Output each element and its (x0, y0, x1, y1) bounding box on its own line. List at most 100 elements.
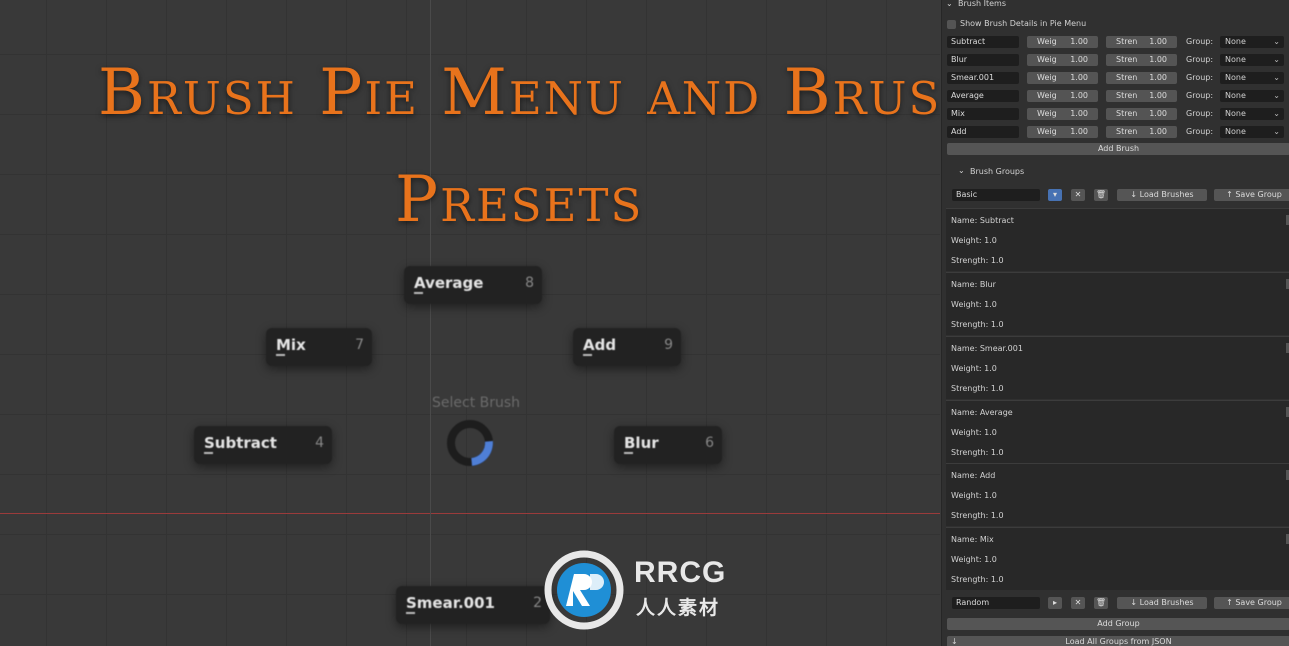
group-name-field[interactable]: Random (952, 597, 1040, 609)
group-dropdown[interactable]: None ⌄ (1220, 126, 1284, 138)
load-brushes-button[interactable]: ↓ Load Brushes (1117, 189, 1207, 201)
underline (276, 354, 285, 356)
download-icon: ↓ (1130, 598, 1140, 607)
entry-strength: Strength: 1.0 (951, 575, 1004, 584)
trash-icon[interactable]: 🗑 (1094, 189, 1108, 201)
weight-label: Weig (1037, 37, 1057, 46)
save-group-label: Save Group (1235, 190, 1282, 199)
dropdown-arrow-icon[interactable]: ▾ (1048, 189, 1062, 201)
save-group-button[interactable]: ↑ Save Group (1214, 597, 1289, 609)
pie-item-subtract[interactable]: Subtract 4 (194, 426, 332, 464)
weight-field[interactable]: Weig 1.00 (1027, 72, 1098, 84)
group-dropdown[interactable]: None ⌄ (1220, 108, 1284, 120)
group-label: Group: (1186, 73, 1214, 82)
group-value: None (1225, 109, 1246, 118)
weight-label: Weig (1037, 73, 1057, 82)
load-all-groups-button[interactable]: ↓ Load All Groups from JSON (947, 636, 1289, 646)
group-label: Group: (1186, 91, 1214, 100)
load-brushes-label: Load Brushes (1139, 598, 1194, 607)
entry-strength: Strength: 1.0 (951, 256, 1004, 265)
pie-item-average[interactable]: Average 8 (404, 266, 542, 304)
brush-items-header[interactable]: Brush Items (958, 0, 1006, 10)
weight-value: 1.00 (1070, 127, 1088, 136)
save-group-label: Save Group (1235, 598, 1282, 607)
brush-name-field[interactable]: Mix (947, 108, 1019, 120)
group-dropdown[interactable]: None ⌄ (1220, 54, 1284, 66)
group-label: Group: (1186, 109, 1214, 118)
entry-weight: Weight: 1.0 (951, 364, 997, 373)
pie-item-key: 2 (533, 595, 542, 611)
brush-name-field[interactable]: Average (947, 90, 1019, 102)
chevron-down-icon[interactable]: ⌄ (958, 165, 965, 177)
group-entry: Name: Subtract Weight: 1.0 Strength: 1.0 (946, 208, 1289, 271)
group-dropdown[interactable]: None ⌄ (1220, 72, 1284, 84)
title-line-2: Presets (395, 163, 644, 237)
entry-name: Name: Subtract (951, 216, 1014, 225)
pie-item-smear[interactable]: Smear.001 2 (396, 586, 550, 624)
load-brushes-label: Load Brushes (1139, 190, 1194, 199)
close-icon[interactable]: ✕ (1071, 189, 1085, 201)
entry-strength: Strength: 1.0 (951, 384, 1004, 393)
weight-field[interactable]: Weig 1.00 (1027, 126, 1098, 138)
strength-label: Stren (1116, 109, 1138, 118)
underline (414, 292, 423, 294)
pie-center-label: Select Brush (432, 395, 521, 411)
weight-field[interactable]: Weig 1.00 (1027, 90, 1098, 102)
brush-name-field[interactable]: Blur (947, 54, 1019, 66)
strength-field[interactable]: Stren 1.00 (1106, 72, 1177, 84)
weight-field[interactable]: Weig 1.00 (1027, 108, 1098, 120)
strength-label: Stren (1116, 73, 1138, 82)
pie-item-key: 4 (315, 435, 324, 451)
weight-field[interactable]: Weig 1.00 (1027, 54, 1098, 66)
group-label: Group: (1186, 127, 1214, 136)
strength-field[interactable]: Stren 1.00 (1106, 36, 1177, 48)
chevron-down-icon: ⌄ (1273, 127, 1280, 136)
brush-name-field[interactable]: Add (947, 126, 1019, 138)
pie-item-add[interactable]: Add 9 (573, 328, 681, 366)
underline (583, 354, 592, 356)
brush-name-field[interactable]: Smear.001 (947, 72, 1019, 84)
strength-field[interactable]: Stren 1.00 (1106, 126, 1177, 138)
weight-label: Weig (1037, 91, 1057, 100)
brush-name-field[interactable]: Subtract (947, 36, 1019, 48)
entry-name: Name: Average (951, 408, 1013, 417)
save-group-button[interactable]: ↑ Save Group (1214, 189, 1289, 201)
play-icon[interactable]: ▸ (1048, 597, 1062, 609)
watermark-text: RRCG (634, 556, 727, 589)
chevron-down-icon: ⌄ (1273, 55, 1280, 64)
chevron-down-icon[interactable]: ⌄ (946, 0, 953, 10)
group-value: None (1225, 91, 1246, 100)
group-label: Group: (1186, 55, 1214, 64)
entry-name: Name: Mix (951, 535, 994, 544)
side-panel: ⌄ Brush Items Show Brush Details in Pie … (941, 0, 1289, 646)
close-icon[interactable]: ✕ (1071, 597, 1085, 609)
add-brush-button[interactable]: Add Brush (947, 143, 1289, 155)
strength-field[interactable]: Stren 1.00 (1106, 90, 1177, 102)
weight-field[interactable]: Weig 1.00 (1027, 36, 1098, 48)
strength-field[interactable]: Stren 1.00 (1106, 108, 1177, 120)
strength-field[interactable]: Stren 1.00 (1106, 54, 1177, 66)
group-dropdown[interactable]: None ⌄ (1220, 90, 1284, 102)
add-group-button[interactable]: Add Group (947, 618, 1289, 630)
strength-label: Stren (1116, 91, 1138, 100)
trash-icon[interactable]: 🗑 (1094, 597, 1108, 609)
3d-viewport[interactable]: Brush Pie Menu and Brush Group Presets A… (0, 0, 940, 646)
strength-label: Stren (1116, 37, 1138, 46)
weight-label: Weig (1037, 55, 1057, 64)
pie-item-blur[interactable]: Blur 6 (614, 426, 722, 464)
weight-label: Weig (1037, 127, 1057, 136)
group-value: None (1225, 73, 1246, 82)
chevron-down-icon: ⌄ (1273, 37, 1280, 46)
underline (406, 612, 415, 614)
group-entry: Name: Smear.001 Weight: 1.0 Strength: 1.… (946, 336, 1289, 399)
load-brushes-button[interactable]: ↓ Load Brushes (1117, 597, 1207, 609)
group-dropdown[interactable]: None ⌄ (1220, 36, 1284, 48)
pie-item-key: 6 (705, 435, 714, 451)
pie-item-mix[interactable]: Mix 7 (266, 328, 372, 366)
pie-item-label: Mix (276, 336, 306, 354)
group-name-field[interactable]: Basic (952, 189, 1040, 201)
show-details-checkbox[interactable] (947, 20, 956, 29)
weight-value: 1.00 (1070, 109, 1088, 118)
pie-item-key: 9 (664, 337, 673, 353)
brush-groups-header[interactable]: Brush Groups (970, 166, 1024, 178)
